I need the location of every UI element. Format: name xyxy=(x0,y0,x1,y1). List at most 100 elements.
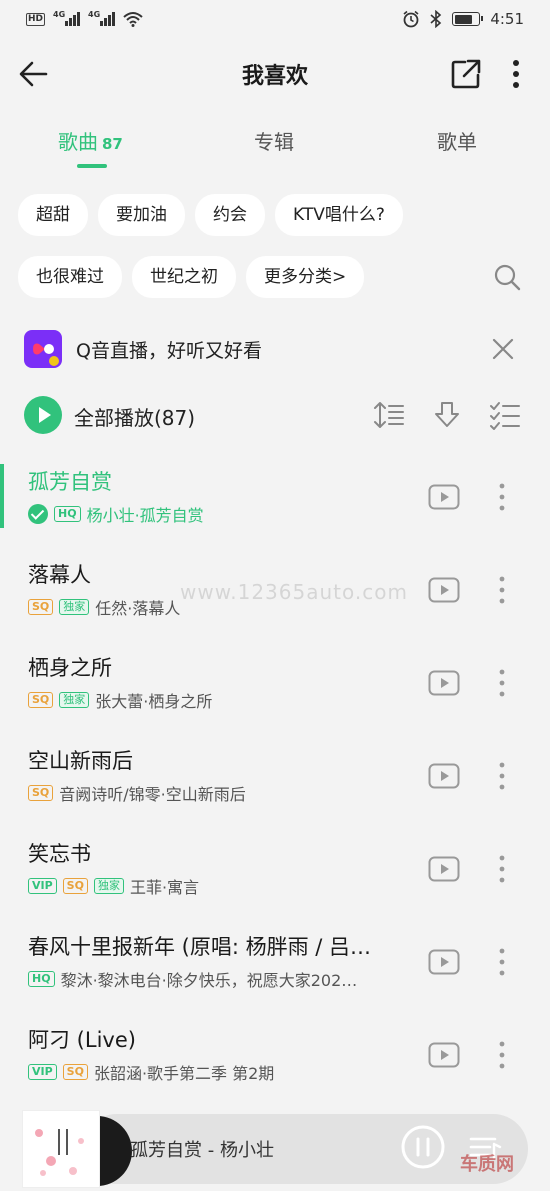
wifi-icon xyxy=(123,12,143,27)
song-title: 空山新雨后 xyxy=(28,749,133,773)
vip-badge: VIP xyxy=(28,878,57,894)
song-more-icon[interactable] xyxy=(492,1038,512,1072)
song-more-icon[interactable] xyxy=(492,945,512,979)
live-app-icon xyxy=(24,330,62,368)
tab-songs-label: 歌曲 xyxy=(58,130,98,154)
song-more-icon[interactable] xyxy=(492,759,512,793)
pause-icon[interactable] xyxy=(400,1124,446,1170)
chip-century[interactable]: 世纪之初 xyxy=(132,256,236,298)
category-chips-row-1: 超甜 要加油 约会 KTV唱什么? xyxy=(18,194,403,236)
video-play-icon[interactable] xyxy=(428,484,460,510)
tab-indicator xyxy=(77,164,107,168)
song-artist-album: 杨小壮·孤芳自赏 xyxy=(86,506,204,525)
sort-icon[interactable] xyxy=(372,400,406,430)
share-icon[interactable] xyxy=(448,56,484,92)
chip-sad[interactable]: 也很难过 xyxy=(18,256,122,298)
exclusive-badge: 独家 xyxy=(59,599,90,615)
exclusive-badge: 独家 xyxy=(59,692,90,708)
song-meta: SQ 独家 张大蕾·栖身之所 xyxy=(28,688,418,712)
search-icon[interactable] xyxy=(492,262,522,292)
tab-playlists-label: 歌单 xyxy=(437,130,477,154)
song-title: 笑忘书 xyxy=(28,842,91,866)
sq-badge: SQ xyxy=(28,692,54,708)
sq-badge: SQ xyxy=(62,878,88,894)
play-all-bar: 全部播放(87) xyxy=(0,392,550,440)
video-play-icon[interactable] xyxy=(428,577,460,603)
song-artist-album: 张韶涵·歌手第二季 第2期 xyxy=(93,1064,275,1083)
play-all-icon[interactable] xyxy=(24,396,62,434)
main-content: 超甜 要加油 约会 KTV唱什么? 也很难过 世纪之初 更多分类> Q音直播，好… xyxy=(0,172,550,1191)
video-play-icon[interactable] xyxy=(428,763,460,789)
song-row[interactable]: 阿刁 (Live) VIP SQ 张韶涵·歌手第二季 第2期 xyxy=(0,1010,550,1103)
song-artist-album: 音阙诗听/锦零·空山新雨后 xyxy=(59,785,246,804)
song-meta: HQ 黎沐·黎沐电台·除夕快乐，祝愿大家202… xyxy=(28,967,418,991)
vip-badge: VIP xyxy=(28,1064,57,1080)
now-playing-indicator xyxy=(0,464,4,528)
now-playing-title: 孤芳自赏 - 杨小壮 xyxy=(130,1140,274,1161)
chip-date[interactable]: 约会 xyxy=(195,194,265,236)
song-more-icon[interactable] xyxy=(492,852,512,886)
chip-ktv[interactable]: KTV唱什么? xyxy=(275,194,403,236)
alarm-icon xyxy=(403,10,419,28)
hd-badge: HD xyxy=(26,12,46,26)
chip-sweet[interactable]: 超甜 xyxy=(18,194,88,236)
downloaded-check-icon xyxy=(28,504,48,524)
exclusive-badge: 独家 xyxy=(93,878,124,894)
live-promo-banner[interactable]: Q音直播，好听又好看 xyxy=(0,324,550,374)
song-artist-album: 王菲·寓言 xyxy=(129,878,200,897)
song-row[interactable]: 孤芳自赏 HQ 杨小壮·孤芳自赏 xyxy=(0,452,550,545)
tab-playlists[interactable]: 歌单 xyxy=(437,126,477,155)
song-title: 春风十里报新年 (原唱: 杨胖雨 / 吕… xyxy=(28,935,372,959)
site-watermark: www.12365auto.com xyxy=(180,580,408,604)
song-artist-album: 张大蕾·栖身之所 xyxy=(95,692,213,711)
category-chips-row-2: 也很难过 世纪之初 更多分类> xyxy=(18,256,365,298)
song-artist-album: 任然·落幕人 xyxy=(95,599,181,618)
promo-text: Q音直播，好听又好看 xyxy=(76,340,262,362)
song-more-icon[interactable] xyxy=(492,573,512,607)
chip-more-categories[interactable]: 更多分类> xyxy=(246,256,365,298)
song-list: 孤芳自赏 HQ 杨小壮·孤芳自赏 落幕人 SQ 独家 任然·落幕人 栖身之所 S… xyxy=(0,452,550,1103)
song-more-icon[interactable] xyxy=(492,666,512,700)
hq-badge: HQ xyxy=(28,971,55,987)
song-row[interactable]: 栖身之所 SQ 独家 张大蕾·栖身之所 xyxy=(0,638,550,731)
play-all-button[interactable]: 全部播放(87) xyxy=(74,402,195,431)
back-arrow-icon[interactable] xyxy=(16,56,52,92)
multi-select-icon[interactable] xyxy=(488,400,522,430)
video-play-icon[interactable] xyxy=(428,670,460,696)
sq-badge: SQ xyxy=(28,785,54,801)
tab-songs-count: 87 xyxy=(102,135,123,153)
hq-badge: HQ xyxy=(54,506,81,522)
battery-icon xyxy=(452,12,484,26)
video-play-icon[interactable] xyxy=(428,1042,460,1068)
album-cover[interactable] xyxy=(22,1110,100,1188)
page-title: 我喜欢 xyxy=(241,64,308,89)
status-bar: HD 4G 4G 4:51 xyxy=(0,0,550,38)
song-row[interactable]: 笑忘书 VIP SQ 独家 王菲·寓言 xyxy=(0,824,550,917)
video-play-icon[interactable] xyxy=(428,949,460,975)
tab-songs[interactable]: 歌曲 87 xyxy=(58,126,123,155)
song-artist-album: 黎沐·黎沐电台·除夕快乐，祝愿大家202… xyxy=(60,971,358,990)
sq-badge: SQ xyxy=(62,1064,88,1080)
video-play-icon[interactable] xyxy=(428,856,460,882)
tab-albums[interactable]: 专辑 xyxy=(254,126,294,155)
sq-badge: SQ xyxy=(28,599,54,615)
more-vertical-icon[interactable] xyxy=(502,56,530,92)
song-more-icon[interactable] xyxy=(492,480,512,514)
song-meta: VIP SQ 独家 王菲·寓言 xyxy=(28,874,418,898)
tab-bar: 歌曲 87 专辑 歌单 xyxy=(0,114,550,172)
clock: 4:51 xyxy=(490,10,524,28)
close-icon[interactable] xyxy=(490,336,516,362)
chip-cheer-up[interactable]: 要加油 xyxy=(98,194,185,236)
song-meta: SQ 音阙诗听/锦零·空山新雨后 xyxy=(28,781,418,805)
signal-icon-2: 4G xyxy=(88,10,116,26)
song-row[interactable]: 空山新雨后 SQ 音阙诗听/锦零·空山新雨后 xyxy=(0,731,550,824)
mini-player[interactable]: 孤芳自赏 - 杨小壮 xyxy=(22,1110,528,1188)
song-meta: HQ 杨小壮·孤芳自赏 xyxy=(28,502,418,526)
signal-icon: 4G xyxy=(53,10,81,26)
download-icon[interactable] xyxy=(430,400,464,430)
tab-albums-label: 专辑 xyxy=(254,130,294,154)
song-title: 孤芳自赏 xyxy=(28,470,112,494)
song-meta: VIP SQ 张韶涵·歌手第二季 第2期 xyxy=(28,1060,418,1084)
header: 我喜欢 xyxy=(0,38,550,110)
song-row[interactable]: 春风十里报新年 (原唱: 杨胖雨 / 吕… HQ 黎沐·黎沐电台·除夕快乐，祝愿… xyxy=(0,917,550,1010)
